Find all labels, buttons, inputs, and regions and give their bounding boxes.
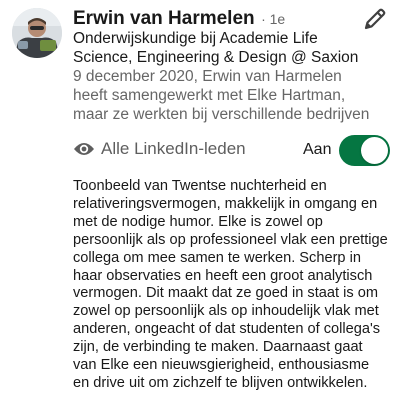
recommendation-card: Erwin van Harmelen · 1e Onderwijskundige… bbox=[0, 0, 400, 405]
visibility-toggle[interactable] bbox=[339, 135, 390, 166]
profile-headline: Onderwijskundige bij Academie Life Scien… bbox=[73, 30, 359, 66]
toggle-knob bbox=[361, 137, 388, 164]
profile-name[interactable]: Erwin van Harmelen bbox=[73, 8, 255, 29]
connection-degree: · 1e bbox=[261, 11, 286, 27]
visibility-setting[interactable]: Alle LinkedIn-leden bbox=[73, 139, 246, 159]
avatar[interactable] bbox=[12, 8, 62, 58]
visibility-label: Alle LinkedIn-leden bbox=[101, 139, 246, 158]
eye-icon bbox=[74, 143, 94, 155]
name-row: Erwin van Harmelen · 1e bbox=[73, 7, 285, 31]
recommendation-text: Toonbeeld van Twentse nuchterheid en rel… bbox=[73, 178, 388, 391]
recommendation-meta: 9 december 2020, Erwin van Harmelen heef… bbox=[73, 68, 370, 123]
toggle-label: Aan bbox=[303, 141, 332, 158]
